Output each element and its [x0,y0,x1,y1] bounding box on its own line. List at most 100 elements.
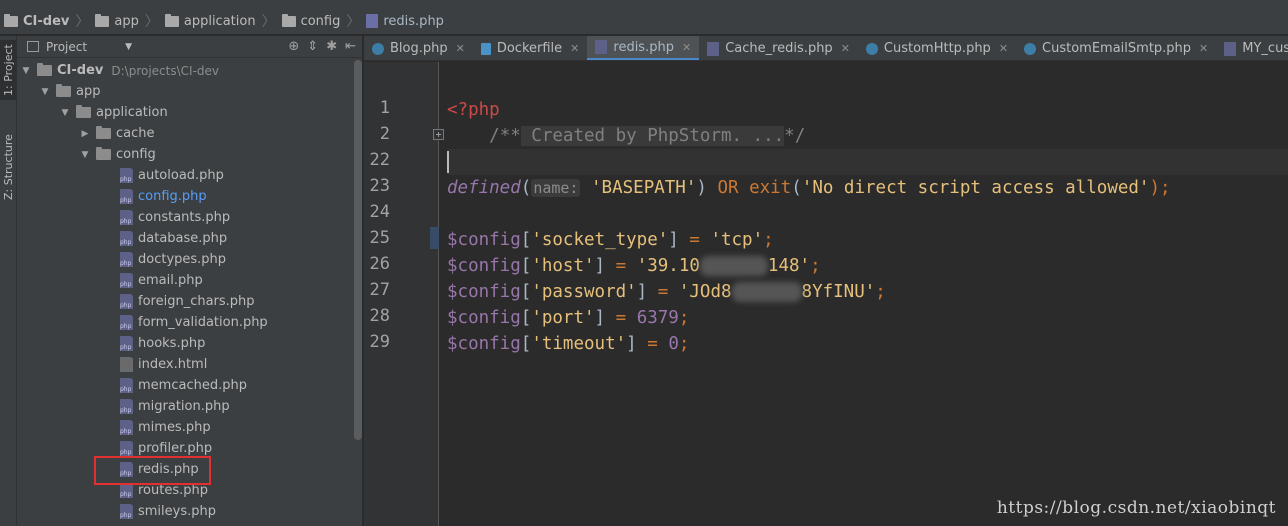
fold-expand-icon[interactable] [433,129,444,140]
tree-item-cache[interactable]: ▶ cache [17,123,353,144]
code-line-26: $config['host'] = '39.10 148'; [447,256,821,276]
tree-item-application[interactable]: ▼ application [17,102,353,123]
breadcrumb-separator: 〉 [75,14,90,30]
tree-item-mimes-php[interactable]: mimes.php [17,417,353,438]
php-file-icon [120,504,133,519]
tree-item-smileys-php[interactable]: smileys.php [17,501,353,522]
php-file-icon [120,399,133,414]
class-icon [372,42,384,55]
tree-item-migration-php[interactable]: migration.php [17,396,353,417]
project-panel-toolbar: ⊕ ⇕ ✱ ⇤ [288,39,356,54]
php-file-icon [120,252,133,267]
redis-php-highlight-box [94,456,211,485]
php-file-icon [120,168,133,183]
line-number: 25 [369,228,390,248]
line-number: 2 [379,124,390,144]
folder-icon [95,13,110,27]
tree-item-index-html[interactable]: index.html [17,354,353,375]
tree-item-memcached-php[interactable]: memcached.php [17,375,353,396]
project-view-icon [27,41,39,52]
close-icon[interactable]: ✕ [570,42,579,55]
editor-gutter: 1 2 22 23 24 25 26 27 28 29 [364,62,444,526]
tree-item-autoload-php[interactable]: autoload.php [17,165,353,186]
breadcrumb-separator: 〉 [346,14,361,30]
tree-item-app[interactable]: ▼ app [17,81,353,102]
folder-icon [281,13,296,27]
code-line-29: $config['timeout'] = 0; [447,334,690,354]
gear-icon[interactable]: ✱ [326,39,337,54]
line-number: 26 [369,254,390,274]
project-view-selector[interactable]: Project [46,40,87,54]
close-icon[interactable]: ✕ [682,41,691,54]
tab-project-tool-window[interactable]: 1: Project [0,40,17,100]
tree-item-config-php[interactable]: config.php [17,186,353,207]
tab-my-custom-functions[interactable]: MY_custom_functio [1216,36,1288,60]
tree-item-form-validation-php[interactable]: form_validation.php [17,312,353,333]
close-icon[interactable]: ✕ [841,42,850,55]
expand-arrow-icon[interactable]: ▼ [40,87,50,97]
code-editor[interactable]: 1 2 22 23 24 25 26 27 28 29 <?php /** Cr… [364,62,1288,526]
change-marker [430,227,439,249]
tab-structure-tool-window[interactable]: Z: Structure [0,128,17,206]
tree-item-email-php[interactable]: email.php [17,270,353,291]
code-line-23: defined(name: 'BASEPATH') OR exit('No di… [447,178,1171,198]
php-file-icon [120,483,133,498]
collapse-all-icon[interactable]: ⇕ [307,39,318,54]
tab-customhttp-php[interactable]: CustomHttp.php ✕ [858,36,1016,60]
expand-arrow-icon[interactable]: ▼ [60,108,70,118]
close-icon[interactable]: ✕ [999,42,1008,55]
line-number: 28 [369,306,390,326]
tree-item-foreign-chars-php[interactable]: foreign_chars.php [17,291,353,312]
folder-icon [164,13,179,27]
close-icon[interactable]: ✕ [1199,42,1208,55]
expand-arrow-icon[interactable]: ▼ [21,66,31,76]
parameter-hint: name: [531,179,581,197]
php-file-icon [120,231,133,246]
line-number: 24 [369,202,390,222]
code-line-25: $config['socket_type'] = 'tcp'; [447,230,774,250]
folder-icon [37,63,52,76]
collapse-arrow-icon[interactable]: ▶ [80,129,90,139]
tree-item-database-php[interactable]: database.php [17,228,353,249]
php-file-icon [120,210,133,225]
close-icon[interactable]: ✕ [456,42,465,55]
tab-redis-php[interactable]: redis.php ✕ [587,36,700,60]
expand-arrow-icon[interactable]: ▼ [80,150,90,160]
code-line-22 [447,149,1288,175]
tab-customemailsmtp-php[interactable]: CustomEmailSmtp.php ✕ [1016,36,1216,60]
hide-panel-icon[interactable]: ⇤ [345,39,356,54]
folder-icon [56,84,71,97]
php-file-icon [366,14,379,28]
php-file-icon [595,40,608,54]
tree-item-config[interactable]: ▼ config [17,144,353,165]
code-line-28: $config['port'] = 6379; [447,308,690,328]
php-file-icon [120,441,133,456]
locate-icon[interactable]: ⊕ [288,39,299,54]
tab-cache-redis-php[interactable]: Cache_redis.php ✕ [699,36,858,60]
project-panel: Project ▼ ⊕ ⇕ ✱ ⇤ ▼ CI-dev D:\projects\C… [17,36,363,526]
chevron-down-icon[interactable]: ▼ [125,42,132,52]
breadcrumb-item-ci-dev[interactable]: CI-dev [4,8,75,35]
folder-icon [96,147,111,160]
text-caret [447,151,449,173]
tree-item-constants-php[interactable]: constants.php [17,207,353,228]
breadcrumb-item-app[interactable]: app [95,8,144,35]
tree-item-ci-dev[interactable]: ▼ CI-dev D:\projects\CI-dev [17,60,353,81]
redacted-area [699,256,768,276]
php-file-icon [120,189,133,204]
code-line-1: <?php [447,100,500,120]
breadcrumb-item-application[interactable]: application [164,8,262,35]
tab-blog-php[interactable]: Blog.php ✕ [364,36,473,60]
folded-comment[interactable]: Created by PhpStorm. ... [520,126,785,146]
breadcrumb: CI-dev 〉 app 〉 application 〉 config 〉 re… [0,8,1288,35]
breadcrumb-item-config[interactable]: config [281,8,347,35]
tab-dockerfile[interactable]: Dockerfile ✕ [473,36,588,60]
php-file-icon [707,41,720,56]
tree-item-hooks-php[interactable]: hooks.php [17,333,353,354]
editor-tabs: Blog.php ✕ Dockerfile ✕ redis.php ✕ Cach… [364,36,1288,61]
breadcrumb-item-redis-php[interactable]: redis.php [366,8,450,35]
tree-item-doctypes-php[interactable]: doctypes.php [17,249,353,270]
tool-window-stripe: 1: Project Z: Structure [0,36,17,526]
folder-icon [76,105,91,118]
line-number: 29 [369,332,390,352]
